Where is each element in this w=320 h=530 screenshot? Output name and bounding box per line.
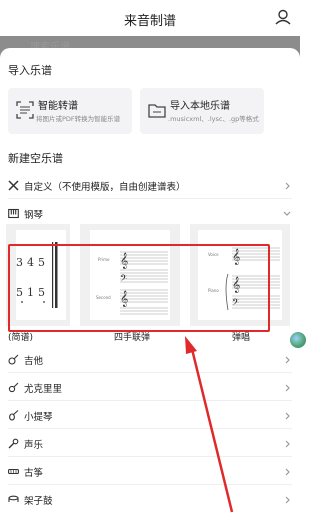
- custom-row[interactable]: 自定义（不使用模版，自由创建谱表）: [0, 174, 300, 198]
- import-local-card[interactable]: 导入本地乐谱 .musicxml、.lysc、.gp等格式: [140, 88, 264, 134]
- instrument-row-violin[interactable]: 小提琴: [0, 404, 300, 428]
- instrument-label: 声乐: [24, 440, 44, 451]
- chevron-right-icon: [285, 384, 290, 392]
- smart-transcribe-title: 智能转谱: [38, 101, 78, 112]
- chevron-right-icon: [285, 440, 290, 448]
- smart-transcribe-card[interactable]: 智能转谱 将图片或PDF转换为智能乐谱: [8, 88, 132, 134]
- new-score-section-title: 新建空乐谱: [8, 152, 63, 165]
- instrument-row-vocal[interactable]: 声乐: [0, 432, 300, 456]
- import-local-sub: .musicxml、.lysc、.gp等格式: [168, 115, 259, 123]
- user-icon[interactable]: [274, 8, 292, 26]
- divider: [8, 456, 292, 457]
- divider: [8, 484, 292, 485]
- import-section-title: 导入乐谱: [8, 64, 52, 77]
- divider: [8, 428, 292, 429]
- chevron-right-icon: [285, 496, 290, 504]
- chevron-right-icon: [285, 468, 290, 476]
- chevron-right-icon: [285, 182, 290, 190]
- microphone-icon: [8, 438, 19, 449]
- instrument-row-guzheng[interactable]: 古筝: [0, 460, 300, 484]
- smart-transcribe-sub: 将图片或PDF转换为智能乐谱: [36, 115, 121, 123]
- app-header: 来音制谱: [0, 0, 300, 36]
- violin-icon: [9, 410, 19, 421]
- guitar-icon: [8, 354, 19, 365]
- guzheng-icon: [8, 468, 19, 475]
- chevron-right-icon: [285, 356, 290, 364]
- scan-icon: [16, 101, 34, 119]
- instrument-label: 尤克里里: [24, 384, 63, 395]
- highlight-box: [8, 244, 270, 332]
- new-score-sheet: 导入乐谱 智能转谱 将图片或PDF转换为智能乐谱 导入本地乐谱 .musicxm…: [0, 48, 300, 530]
- instrument-label: 小提琴: [24, 412, 53, 423]
- instrument-label: 吉他: [24, 356, 44, 367]
- app-title: 来音制谱: [123, 14, 176, 29]
- tools-icon: [8, 180, 19, 191]
- divider: [8, 198, 292, 199]
- instrument-row-drums[interactable]: 架子鼓: [0, 488, 300, 512]
- chevron-right-icon: [285, 412, 290, 420]
- instrument-row-ukulele[interactable]: 尤克里里: [0, 376, 300, 400]
- divider: [8, 372, 292, 373]
- folder-icon: [148, 104, 166, 118]
- instrument-label: 架子鼓: [24, 496, 53, 507]
- divider: [8, 400, 292, 401]
- drum-icon: [8, 495, 19, 502]
- floating-assistant-ball[interactable]: [290, 332, 306, 348]
- ukulele-icon: [8, 382, 19, 393]
- instrument-row-guitar[interactable]: 吉他: [0, 348, 300, 372]
- import-local-title: 导入本地乐谱: [170, 101, 230, 112]
- instrument-label: 古筝: [24, 468, 44, 479]
- custom-label: 自定义（不使用模版，自由创建谱表）: [24, 182, 186, 193]
